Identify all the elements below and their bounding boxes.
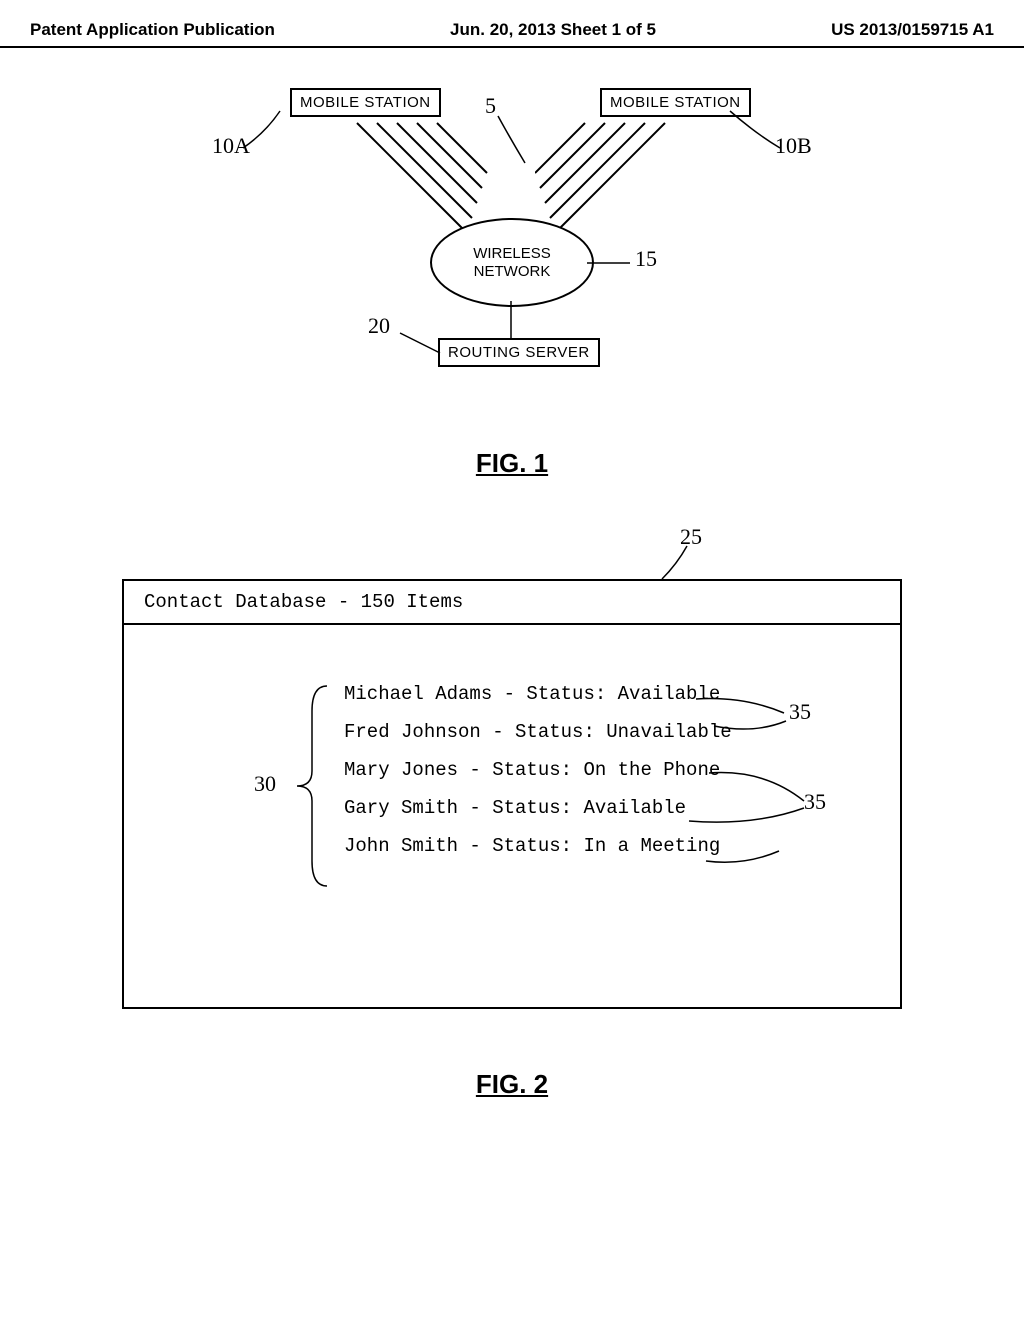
fig1-caption: FIG. 1 [0,448,1024,479]
header-left: Patent Application Publication [30,20,275,40]
leader-35d-svg [684,806,814,851]
header-right: US 2013/0159715 A1 [831,20,994,40]
routing-server-box: ROUTING SERVER [438,338,600,367]
routing-server-label: ROUTING SERVER [448,344,590,361]
figure-2: 25 Contact Database - 150 Items Michael … [122,579,902,1009]
contact-window: Contact Database - 150 Items Michael Ada… [122,579,902,1009]
mobile-station-a-box: MOBILE STATION [290,88,441,117]
page-header: Patent Application Publication Jun. 20, … [0,0,1024,48]
ref-10a: 10A [212,133,250,159]
mobile-station-a-label: MOBILE STATION [300,94,431,111]
leader-5-svg [490,108,540,168]
ref-30: 30 [254,771,276,797]
leader-15-svg [585,253,635,273]
fig2-caption: FIG. 2 [0,1069,1024,1100]
leader-35e-svg [704,846,784,886]
mobile-station-b-label: MOBILE STATION [610,94,741,111]
leader-25-svg [657,544,707,584]
ref-15: 15 [635,246,657,272]
leader-20-svg [395,328,445,358]
window-titlebar: Contact Database - 150 Items [124,581,900,625]
window-title: Contact Database - 150 Items [144,591,463,613]
ref-20: 20 [368,313,390,339]
ref-10b: 10B [775,133,812,159]
figure-1: MOBILE STATION 10A MOBILE STATION 10B 5 … [0,78,1024,418]
brace-30-icon [292,681,332,891]
leader-35b-svg [694,716,794,756]
header-center: Jun. 20, 2013 Sheet 1 of 5 [450,20,656,40]
wireless-network-label: WIRELESS NETWORK [473,245,551,281]
connector-line [506,301,516,341]
wireless-network-cloud: WIRELESS NETWORK [430,218,590,303]
